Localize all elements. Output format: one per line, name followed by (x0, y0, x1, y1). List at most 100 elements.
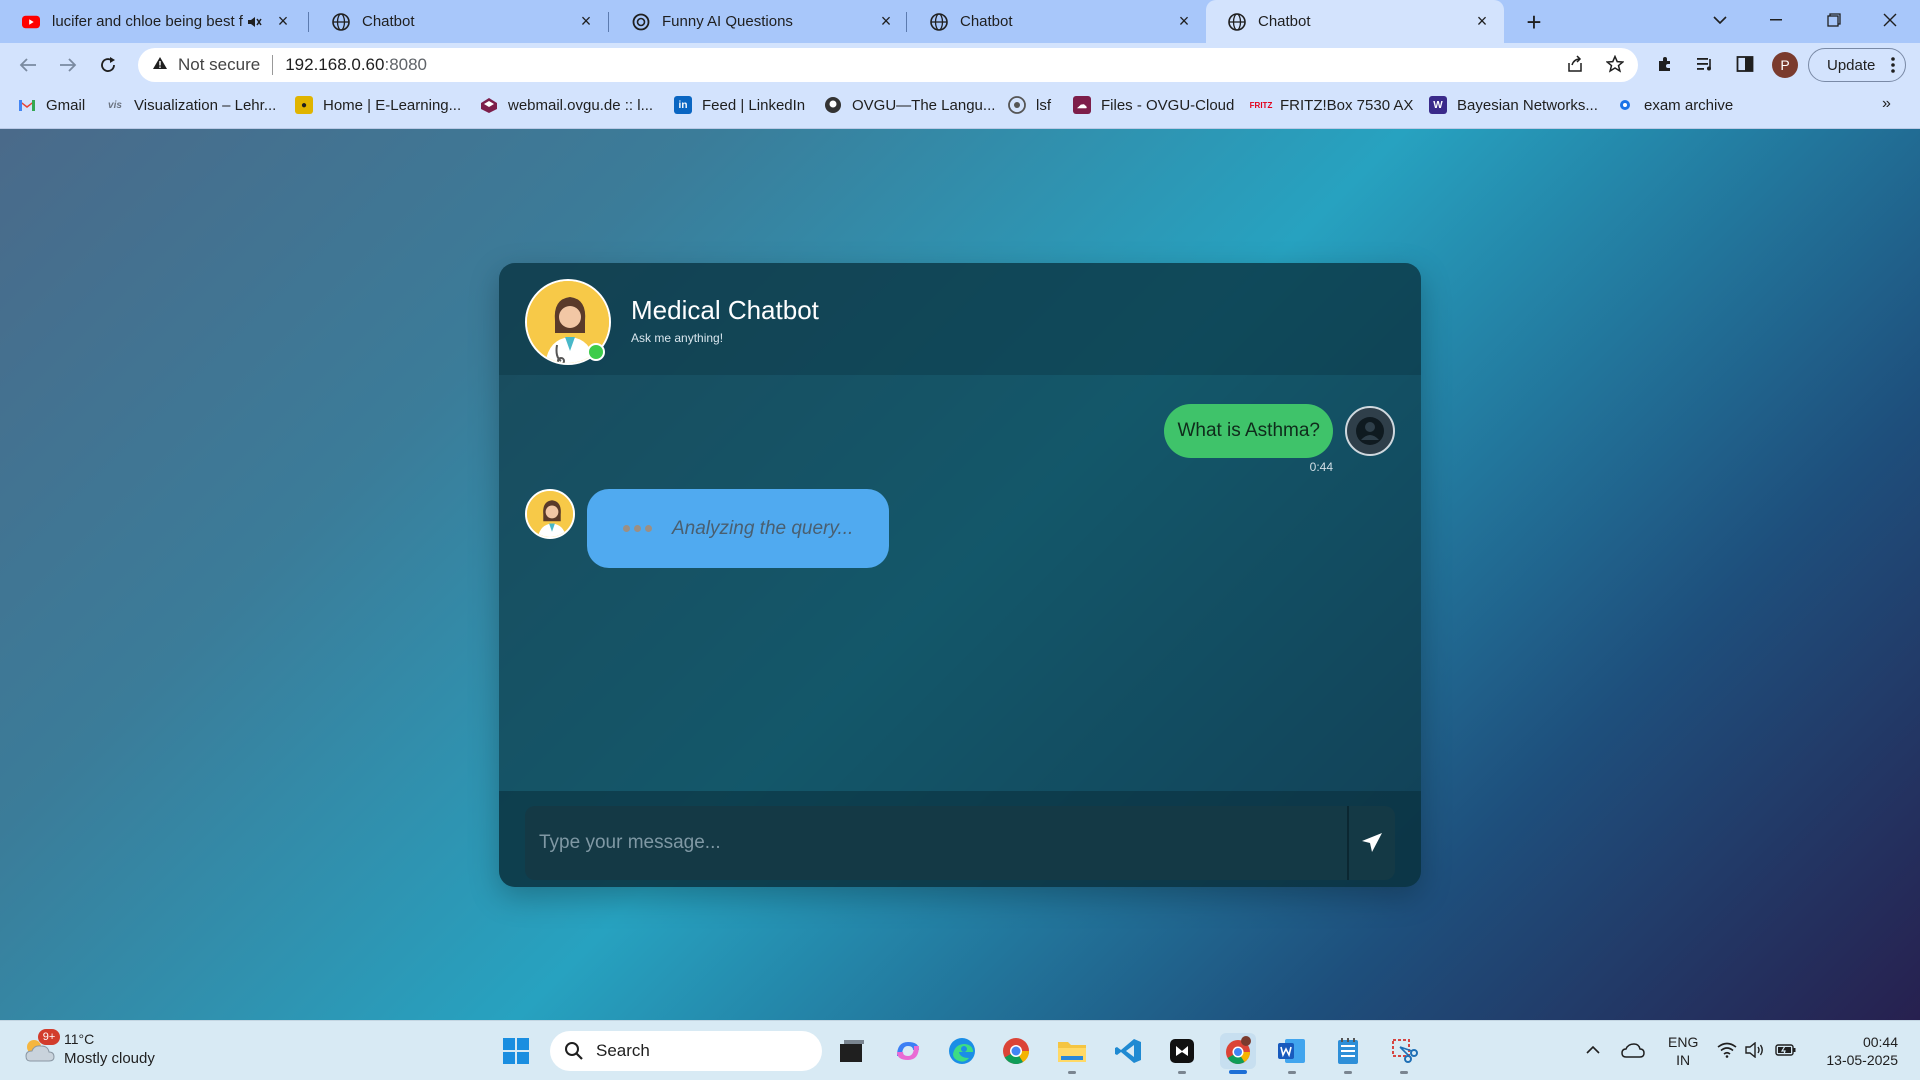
bookmark-linkedin[interactable]: in Feed | LinkedIn (674, 87, 805, 123)
vscode-icon[interactable] (1110, 1033, 1146, 1069)
bookmark-bayesian[interactable]: W Bayesian Networks... (1429, 87, 1598, 123)
task-view-icon[interactable] (834, 1033, 870, 1069)
close-icon[interactable]: × (1174, 11, 1194, 32)
globe-icon (332, 12, 350, 31)
cloud-icon: ☁ (1073, 96, 1091, 114)
tab-title: lucifer and chloe being best f (52, 13, 243, 30)
windows-start-icon[interactable] (498, 1033, 534, 1069)
running-indicator (1178, 1071, 1186, 1074)
security-label[interactable]: Not secure (178, 55, 260, 75)
snipping-tool-icon[interactable] (1386, 1033, 1422, 1069)
bookmark-label: Visualization – Lehr... (134, 96, 277, 114)
tab-funny-ai[interactable]: Funny AI Questions × (610, 0, 908, 43)
taskbar-search[interactable]: Search (550, 1031, 822, 1071)
bayes-icon: W (1429, 96, 1447, 114)
chat-container: Medical Chatbot Ask me anything! What is… (499, 263, 1421, 887)
bookmark-label: OVGU—The Langu... (852, 96, 996, 114)
system-clock[interactable]: 00:44 13-05-2025 (1816, 1033, 1898, 1069)
address-bar[interactable]: Not secure 192.168.0.60:8080 (138, 48, 1638, 82)
chevron-up-icon[interactable] (1582, 1039, 1604, 1061)
tab-strip: lucifer and chloe being best f × Chatbot… (0, 0, 1920, 43)
chrome-icon[interactable] (998, 1033, 1034, 1069)
bookmark-gmail[interactable]: Gmail (18, 87, 85, 123)
ovgu-icon (824, 96, 842, 114)
notepad-icon[interactable] (1330, 1033, 1366, 1069)
bot-status-text: Analyzing the query... (672, 517, 854, 539)
bookmark-label: exam archive (1644, 96, 1734, 114)
file-explorer-icon[interactable] (1054, 1033, 1090, 1069)
bookmark-elearning[interactable]: ● Home | E-Learning... (295, 87, 461, 123)
side-panel-icon[interactable] (1732, 51, 1758, 77)
update-label: Update (1827, 56, 1876, 74)
bookmarks-bar: Gmail vis Visualization – Lehr... ● Home… (0, 87, 1920, 129)
bookmark-webmail[interactable]: webmail.ovgu.de :: l... (480, 87, 653, 123)
close-icon[interactable]: × (1472, 11, 1492, 32)
webmail-icon (480, 96, 498, 114)
language-code: ENG (1668, 1034, 1699, 1050)
running-indicator (1288, 1071, 1296, 1074)
bookmark-fritzbox[interactable]: FRITZ FRITZ!Box 7530 AX (1249, 87, 1414, 123)
close-icon[interactable]: × (576, 11, 596, 32)
battery-icon[interactable] (1774, 1039, 1798, 1061)
fritz-icon: FRITZ (1249, 100, 1273, 110)
tab-chatbot-1[interactable]: Chatbot × (310, 0, 608, 43)
message-input-wrapper (525, 806, 1395, 880)
reload-button[interactable] (94, 51, 122, 79)
menu-dots-icon[interactable] (1891, 56, 1895, 74)
clock-time: 00:44 (1862, 1034, 1898, 1050)
search-label: Search (596, 1041, 650, 1060)
tab-chatbot-2[interactable]: Chatbot × (908, 0, 1206, 43)
tab-youtube[interactable]: lucifer and chloe being best f × (0, 0, 305, 43)
profile-avatar[interactable]: P (1772, 52, 1798, 78)
message-input[interactable] (525, 806, 1345, 880)
close-icon[interactable]: × (876, 11, 896, 32)
url-text[interactable]: 192.168.0.60:8080 (285, 55, 427, 75)
update-button[interactable]: Update (1808, 48, 1906, 82)
clock-date: 13-05-2025 (1826, 1052, 1898, 1068)
forward-button[interactable] (54, 51, 82, 79)
user-avatar-icon (1345, 406, 1395, 456)
address-divider (272, 55, 274, 75)
warning-icon[interactable] (152, 55, 168, 75)
extensions-icon[interactable] (1652, 51, 1678, 77)
close-window-button[interactable] (1862, 0, 1918, 40)
globe-icon (1228, 12, 1246, 31)
copilot-icon[interactable] (890, 1033, 926, 1069)
vis-icon: vis (108, 99, 122, 111)
doctor-avatar-icon (525, 489, 575, 539)
globe-icon (930, 12, 948, 31)
wifi-icon[interactable] (1716, 1039, 1738, 1061)
bookmark-ovgu[interactable]: OVGU—The Langu... (824, 87, 995, 123)
word-icon[interactable] (1274, 1033, 1310, 1069)
new-tab-button[interactable]: + (1520, 7, 1548, 37)
language-indicator[interactable]: ENG IN (1668, 1033, 1698, 1069)
minimize-button[interactable] (1748, 0, 1804, 40)
speaker-muted-icon[interactable] (247, 15, 263, 29)
chat-input-area (499, 791, 1421, 887)
edge-browser-icon[interactable] (944, 1033, 980, 1069)
restore-button[interactable] (1806, 0, 1862, 40)
bookmark-ovgu-cloud[interactable]: ☁ Files - OVGU-Cloud (1073, 87, 1234, 123)
tab-chatbot-active[interactable]: Chatbot × (1206, 0, 1504, 43)
volume-icon[interactable] (1744, 1039, 1766, 1061)
linkedin-icon: in (674, 96, 692, 114)
star-icon[interactable] (1602, 51, 1628, 77)
terminal-app-icon[interactable] (1164, 1033, 1200, 1069)
share-icon[interactable] (1562, 51, 1588, 77)
bot-message-bubble: Analyzing the query... (587, 489, 889, 568)
typing-dot (645, 525, 652, 532)
onedrive-cloud-icon[interactable] (1620, 1039, 1646, 1061)
media-queue-icon[interactable] (1692, 51, 1718, 77)
close-icon[interactable]: × (273, 11, 293, 32)
chevron-double-right-icon[interactable]: » (1882, 95, 1891, 113)
back-button[interactable] (14, 51, 42, 79)
weather-widget[interactable]: 9+ 11°C Mostly cloudy (20, 1029, 170, 1073)
bookmark-lsf[interactable]: lsf (1008, 87, 1051, 123)
bookmark-exam-archive[interactable]: exam archive (1616, 87, 1733, 123)
typing-indicator-icon (623, 525, 656, 532)
send-button[interactable] (1347, 806, 1395, 880)
bookmark-visualization[interactable]: vis Visualization – Lehr... (106, 87, 276, 123)
chrome-profile-icon[interactable] (1220, 1033, 1256, 1069)
user-message-bubble: What is Asthma? (1164, 404, 1333, 458)
tab-search-chevron-icon[interactable] (1692, 0, 1748, 40)
